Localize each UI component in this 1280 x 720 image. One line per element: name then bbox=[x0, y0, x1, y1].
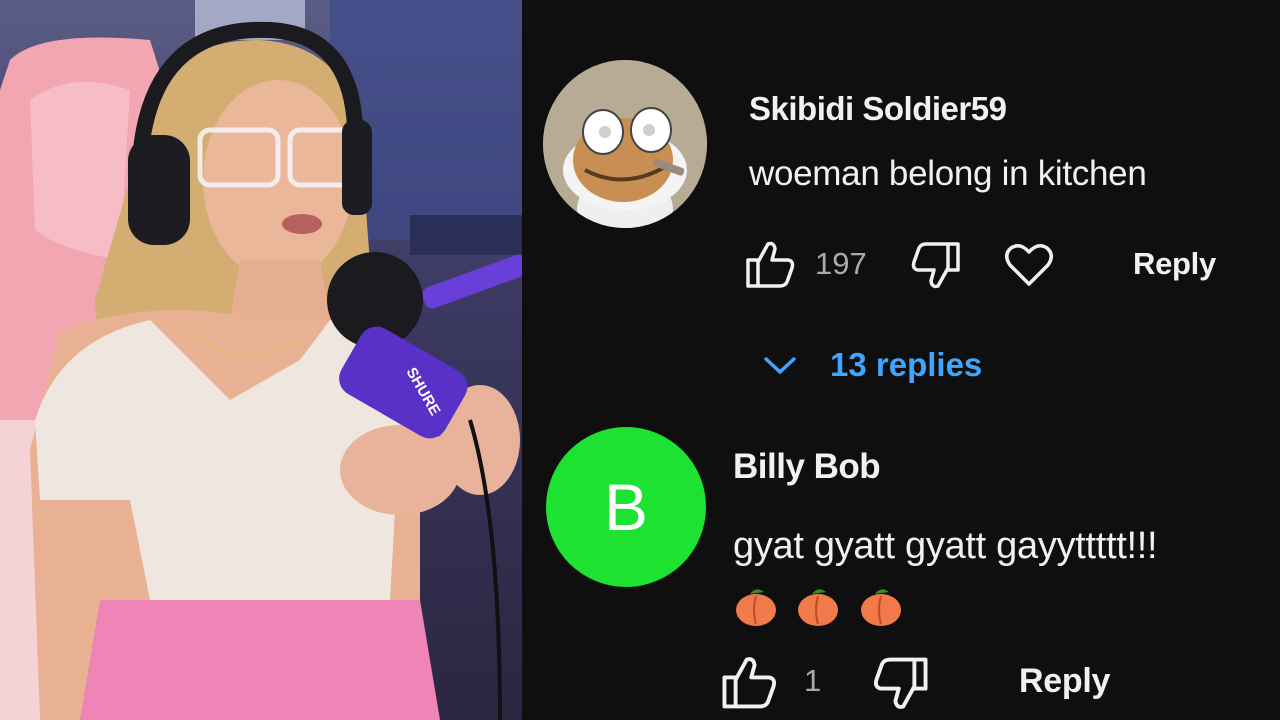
peach-icon bbox=[736, 589, 776, 626]
heart-icon bbox=[1005, 244, 1053, 286]
thumbs-down-icon bbox=[873, 657, 928, 709]
emoji-row bbox=[734, 586, 917, 626]
heart-button[interactable] bbox=[1004, 242, 1054, 293]
thumbs-down-icon bbox=[911, 242, 960, 289]
chevron-down-icon bbox=[762, 354, 798, 376]
comments-panel: Skibidi Soldier59 woeman belong in kitch… bbox=[522, 0, 1280, 720]
comment-text: woeman belong in kitchen bbox=[749, 154, 1147, 193]
dislike-button[interactable] bbox=[910, 240, 962, 295]
like-count: 1 bbox=[804, 663, 822, 698]
reply-button[interactable]: Reply bbox=[1133, 246, 1216, 282]
like-count: 197 bbox=[815, 246, 867, 281]
commenter-avatar[interactable] bbox=[543, 60, 707, 228]
thumbs-up-icon bbox=[746, 241, 795, 288]
avatar-letter: B bbox=[603, 470, 649, 544]
like-button[interactable] bbox=[744, 240, 796, 295]
dislike-button[interactable] bbox=[872, 655, 930, 716]
reply-button[interactable]: Reply bbox=[1019, 662, 1110, 701]
thumbs-up-icon bbox=[722, 657, 777, 709]
skibidi-toilet-avatar-icon bbox=[543, 60, 707, 228]
streamer-webcam-image: SHURE bbox=[0, 0, 522, 720]
comment-text: gyat gyatt gyatt gayyttttt!!! bbox=[733, 525, 1158, 567]
replies-count-label: 13 replies bbox=[830, 346, 983, 383]
peach-icon bbox=[860, 589, 901, 626]
like-button[interactable] bbox=[720, 655, 778, 716]
comment-author[interactable]: Skibidi Soldier59 bbox=[749, 90, 1007, 128]
commenter-avatar[interactable]: B bbox=[546, 427, 706, 587]
peach-icon bbox=[798, 589, 839, 626]
view-replies-button[interactable]: 13 replies bbox=[762, 342, 982, 388]
comment-author[interactable]: Billy Bob bbox=[733, 447, 881, 487]
